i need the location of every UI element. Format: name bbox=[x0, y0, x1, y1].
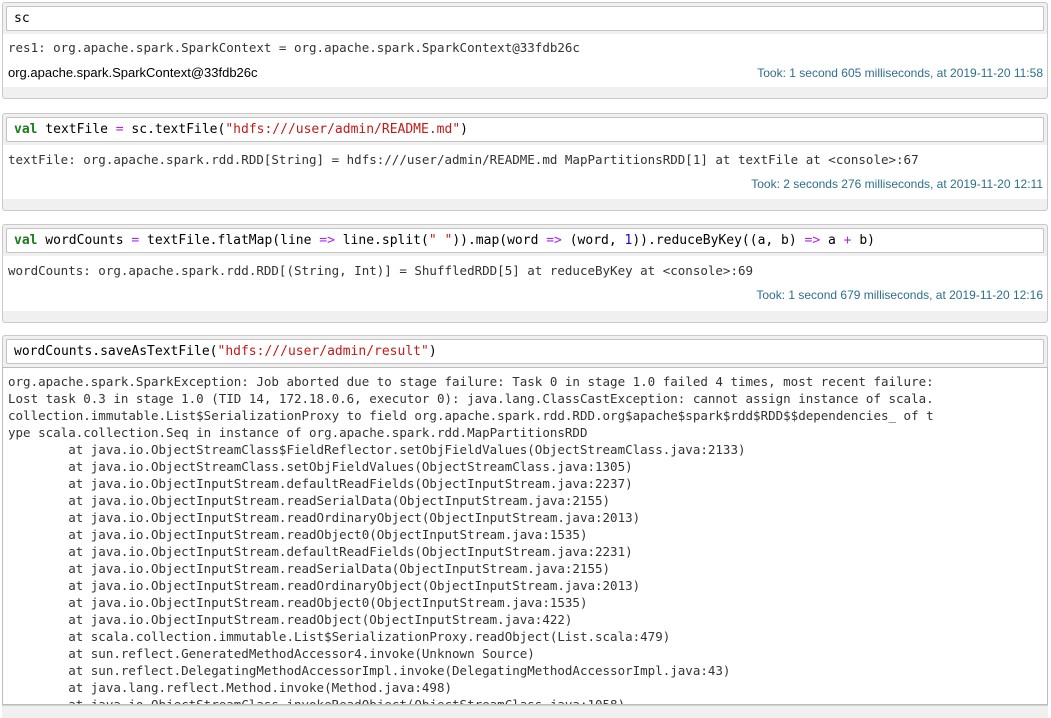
code-text: sc.textFile( bbox=[123, 122, 226, 137]
error-output[interactable]: org.apache.spark.SparkException: Job abo… bbox=[2, 367, 1048, 705]
code-editor-4[interactable]: wordCounts.saveAsTextFile("hdfs:///user/… bbox=[6, 339, 1044, 364]
stack-trace-line: at java.io.ObjectInputStream.defaultRead… bbox=[8, 544, 633, 559]
keyword-val: val bbox=[14, 233, 38, 248]
paragraph-2: val textFile = sc.textFile("hdfs:///user… bbox=[2, 113, 1048, 211]
code-text: wordCounts bbox=[37, 233, 132, 248]
keyword-val: val bbox=[14, 122, 38, 137]
result-text: wordCounts: org.apache.spark.rdd.RDD[(St… bbox=[8, 263, 754, 278]
stack-trace-line: at sun.reflect.GeneratedMethodAccessor4.… bbox=[8, 646, 535, 661]
code-operator: + bbox=[843, 233, 852, 248]
stack-trace-line: at sun.reflect.DelegatingMethodAccessorI… bbox=[8, 663, 731, 678]
code-operator: = bbox=[115, 122, 124, 137]
paragraph-1: sc res1: org.apache.spark.SparkContext =… bbox=[2, 2, 1048, 99]
code-text: ) bbox=[428, 344, 437, 359]
code-arrow: => bbox=[804, 233, 821, 248]
code-text: wordCounts.saveAsTextFile( bbox=[14, 344, 218, 359]
error-line: ype scala.collection.Seq in instance of … bbox=[8, 425, 588, 440]
code-string: "hdfs:///user/admin/result" bbox=[217, 344, 429, 359]
code-editor-3[interactable]: val wordCounts = textFile.flatMap(line =… bbox=[6, 228, 1044, 253]
code-string: "hdfs:///user/admin/README.md" bbox=[225, 122, 461, 137]
code-text: line.split( bbox=[334, 233, 429, 248]
code-text: a bbox=[820, 233, 844, 248]
result-area-3: wordCounts: org.apache.spark.rdd.RDD[(St… bbox=[3, 256, 1047, 311]
code-editor-1[interactable]: sc bbox=[6, 6, 1044, 31]
result-plain-text: org.apache.spark.SparkContext@33fdb26c bbox=[8, 65, 258, 80]
stack-trace-line: at java.io.ObjectInputStream.defaultRead… bbox=[8, 476, 633, 491]
stack-trace-line: at scala.collection.immutable.List$Seria… bbox=[8, 629, 671, 644]
result-text: res1: org.apache.spark.SparkContext = or… bbox=[8, 40, 580, 55]
stack-trace-line: at java.lang.reflect.Method.invoke(Metho… bbox=[8, 680, 453, 695]
stack-trace-line: at java.io.ObjectInputStream.readOrdinar… bbox=[8, 578, 641, 593]
result-area-2: textFile: org.apache.spark.rdd.RDD[Strin… bbox=[3, 145, 1047, 199]
paragraph-3: val wordCounts = textFile.flatMap(line =… bbox=[2, 224, 1048, 323]
stack-trace-line: at java.io.ObjectInputStream.readObject(… bbox=[8, 612, 573, 627]
stack-trace-line: at java.io.ObjectInputStream.readSerialD… bbox=[8, 493, 611, 508]
code-arrow: => bbox=[319, 233, 335, 248]
stack-trace-line: at java.io.ObjectStreamClass.invokeReadO… bbox=[8, 697, 626, 705]
code-text: b) bbox=[851, 233, 875, 248]
code-text: )).map(word bbox=[452, 233, 547, 248]
code-text: (word, bbox=[561, 233, 625, 248]
took-timestamp: Took: 2 seconds 276 milliseconds, at 201… bbox=[751, 177, 1043, 191]
stack-trace-line: at java.io.ObjectInputStream.readObject0… bbox=[8, 527, 588, 542]
result-area-1: res1: org.apache.spark.SparkContext = or… bbox=[3, 34, 1047, 87]
took-timestamp: Took: 1 second 679 milliseconds, at 2019… bbox=[756, 288, 1043, 302]
code-string: " " bbox=[428, 233, 453, 248]
code-text: textFile bbox=[37, 122, 116, 137]
code-arrow: => bbox=[546, 233, 562, 248]
result-text: textFile: org.apache.spark.rdd.RDD[Strin… bbox=[8, 152, 919, 167]
stack-trace-line: at java.io.ObjectStreamClass.setObjField… bbox=[8, 459, 633, 474]
error-line: Lost task 0.3 in stage 1.0 (TID 14, 172.… bbox=[8, 391, 934, 406]
code-text: )).reduceByKey((a, b) bbox=[632, 233, 805, 248]
took-timestamp: Took: 1 second 605 milliseconds, at 2019… bbox=[757, 66, 1043, 80]
error-line: collection.immutable.List$SerializationP… bbox=[8, 408, 934, 423]
error-line: org.apache.spark.SparkException: Job abo… bbox=[8, 374, 934, 389]
paragraph-footer bbox=[2, 705, 1048, 718]
stack-trace-line: at java.io.ObjectInputStream.readOrdinar… bbox=[8, 510, 641, 525]
stack-trace-line: at java.io.ObjectInputStream.readObject0… bbox=[8, 595, 588, 610]
stack-trace-line: at java.io.ObjectInputStream.readSerialD… bbox=[8, 561, 611, 576]
code-text: sc bbox=[14, 11, 30, 26]
code-text: ) bbox=[460, 122, 468, 137]
code-text: textFile.flatMap(line bbox=[139, 233, 320, 248]
stack-trace-line: at java.io.ObjectStreamClass$FieldReflec… bbox=[8, 442, 746, 457]
code-editor-2[interactable]: val textFile = sc.textFile("hdfs:///user… bbox=[6, 117, 1044, 142]
